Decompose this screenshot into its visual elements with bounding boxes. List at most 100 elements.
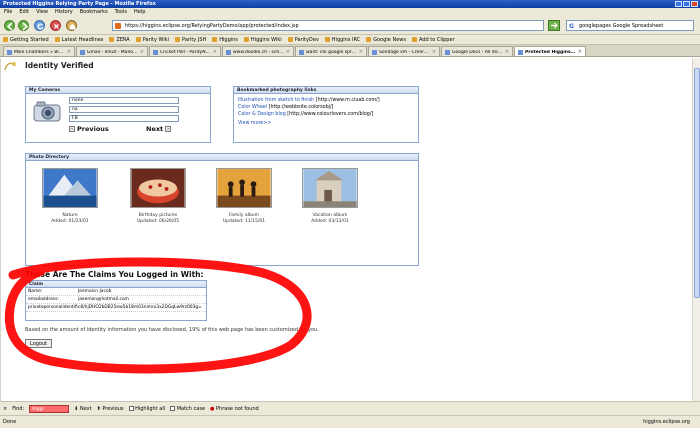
camera-field-1[interactable]: none [69,97,179,104]
browser-tab[interactable]: www.doodle.ch - scheduling ...× [222,46,294,56]
view-more-link[interactable]: View more>> [238,121,271,126]
menu-help[interactable]: Help [134,8,145,17]
camera-field-3[interactable]: FB [69,115,179,122]
photo-directory-header: Photo Directory [26,154,418,161]
find-next-button[interactable]: ⬇ Next [74,406,91,412]
camera-field-2[interactable]: na [69,106,179,113]
window-titlebar: Protected Higgins Relying Party Page - M… [0,0,700,8]
tab-close-icon[interactable]: × [432,49,436,55]
status-bar: Done higgins.eclipse.org [0,415,700,428]
bookmark-item[interactable]: Parity JSH [175,37,206,43]
menu-edit[interactable]: Edit [19,8,29,17]
photo-directory-panel: Photo Directory Nature Added: 01/23/01 B… [25,153,419,266]
highlight-all-toggle[interactable]: Highlight all [128,405,165,412]
search-input[interactable]: G googlepages Google Spreadsheet [566,20,694,31]
tab-favicon-icon [445,49,450,55]
tab-favicon-icon [299,49,304,55]
bookmark-icon [287,37,293,42]
album-item[interactable]: Birthday pictures Updated: 06/26/05 [126,168,190,225]
stop-button[interactable] [50,20,61,31]
menu-view[interactable]: View [36,8,48,17]
scrollbar-thumb[interactable] [694,68,700,298]
browser-tab[interactable]: Gmail - erkut - Manoj Kumar h...× [76,46,148,56]
album-item[interactable]: Family album Updated: 11/15/01 [212,168,276,225]
bookmarked-list: Illustration from sketch to finish [http… [234,94,418,130]
forward-button[interactable] [18,20,29,31]
cameras-header: My Cameras [26,87,210,94]
cameras-panel: My Cameras none na FB ‹ Previous Next › [25,86,211,143]
album-item[interactable]: Nature Added: 01/23/01 [38,168,102,225]
page-content: Identity Verified My Cameras none na FB … [0,58,700,401]
tab-close-icon[interactable]: × [286,49,290,55]
tab-strip: Mike Chambers » Blog Archiv...× Gmail - … [0,45,700,57]
bookmark-link[interactable]: Illustration from sketch to finish [238,98,314,103]
previous-camera-link[interactable]: ‹ Previous [69,125,109,133]
bookmark-item[interactable]: Higgins [212,37,238,43]
browser-tab[interactable]: Sondage vm - Créer un form...× [368,46,440,56]
bookmark-item[interactable]: Latest Headlines [54,37,103,43]
find-close-icon[interactable]: × [3,406,7,412]
tab-close-icon[interactable]: × [67,49,71,55]
reload-icon [37,23,44,30]
home-icon [69,24,76,30]
tab-close-icon[interactable]: × [359,49,363,55]
menu-file[interactable]: File [4,8,12,17]
tab-favicon-icon [372,49,377,55]
bookmarked-header: Bookmarked photography links [234,87,418,94]
bookmarked-links-panel: Bookmarked photography links Illustratio… [233,86,419,143]
album-item[interactable]: Vacation album Added: 03/13/01 [298,168,362,225]
tab-close-icon[interactable]: × [140,49,144,55]
bookmark-link[interactable]: Color & Design blog [238,112,286,117]
bookmark-icon [3,37,8,42]
rss-icon [54,37,60,42]
maximize-button[interactable] [683,1,690,7]
minimize-button[interactable] [675,1,682,7]
vertical-scrollbar[interactable] [692,58,700,401]
stop-icon [54,24,59,29]
find-bar: × Find: Higgi ⬇ Next ⬆ Previous Highligh… [0,401,700,415]
bookmark-item[interactable]: Parity Wiki [135,37,169,43]
tab-close-icon[interactable]: × [213,49,217,55]
window-title: Protected Higgins Relying Party Page - M… [3,1,156,7]
browser-tab[interactable]: Cricket Poll - ParityNet | Learn ...× [149,46,221,56]
close-window-button[interactable] [691,1,698,7]
menu-bookmarks[interactable]: Bookmarks [80,8,108,17]
tab-close-icon[interactable]: × [578,49,582,55]
bookmarks-toolbar: Getting Started Latest Headlines ZERA Pa… [0,35,700,45]
bookmark-item[interactable]: ZERA [109,37,130,43]
warning-icon: ● [210,405,215,412]
browser-tab-active[interactable]: Protected Higgins Relying ...× [514,46,586,56]
forward-arrow-icon [22,22,29,31]
bookmark-icon [135,37,141,42]
bookmark-item[interactable]: ParityDev [287,37,319,43]
higgins-logo-icon [4,62,16,71]
reload-button[interactable] [34,20,45,31]
find-input[interactable]: Higgi [29,404,70,413]
red-scribble-annotation [4,257,312,374]
bookmark-item[interactable]: Add to Clipper [411,37,455,43]
bookmark-link[interactable]: Color Wheel [238,105,267,110]
go-button[interactable] [548,20,560,31]
find-previous-button[interactable]: ⬆ Previous [97,406,124,412]
checkbox-icon [128,405,134,411]
menu-tools[interactable]: Tools [115,8,127,17]
back-button[interactable] [4,20,15,31]
bookmark-icon [243,37,249,42]
camera-icon [33,101,61,122]
home-button[interactable] [66,20,77,31]
tab-close-icon[interactable]: × [505,49,509,55]
album-date: Added: 01/23/01 [51,219,89,224]
bookmark-icon [324,37,330,42]
match-case-toggle[interactable]: Match case [170,405,205,412]
bookmark-item[interactable]: Higgins IRC [324,37,360,43]
next-camera-link[interactable]: Next › [146,125,172,133]
address-bar[interactable]: https://higgins.eclipse.org/RelyingParty… [112,20,544,31]
back-arrow-icon [6,22,13,31]
bookmark-item[interactable]: Getting Started [3,37,49,43]
bookmark-item[interactable]: Higgins Wiki [243,37,282,43]
menu-history[interactable]: History [55,8,73,17]
browser-tab[interactable]: want: ink google spreadshee...× [295,46,367,56]
bookmark-item[interactable]: Google News [366,37,406,43]
browser-tab[interactable]: Mike Chambers » Blog Archiv...× [3,46,75,56]
browser-tab[interactable]: Google Docs - All items × [441,46,513,56]
